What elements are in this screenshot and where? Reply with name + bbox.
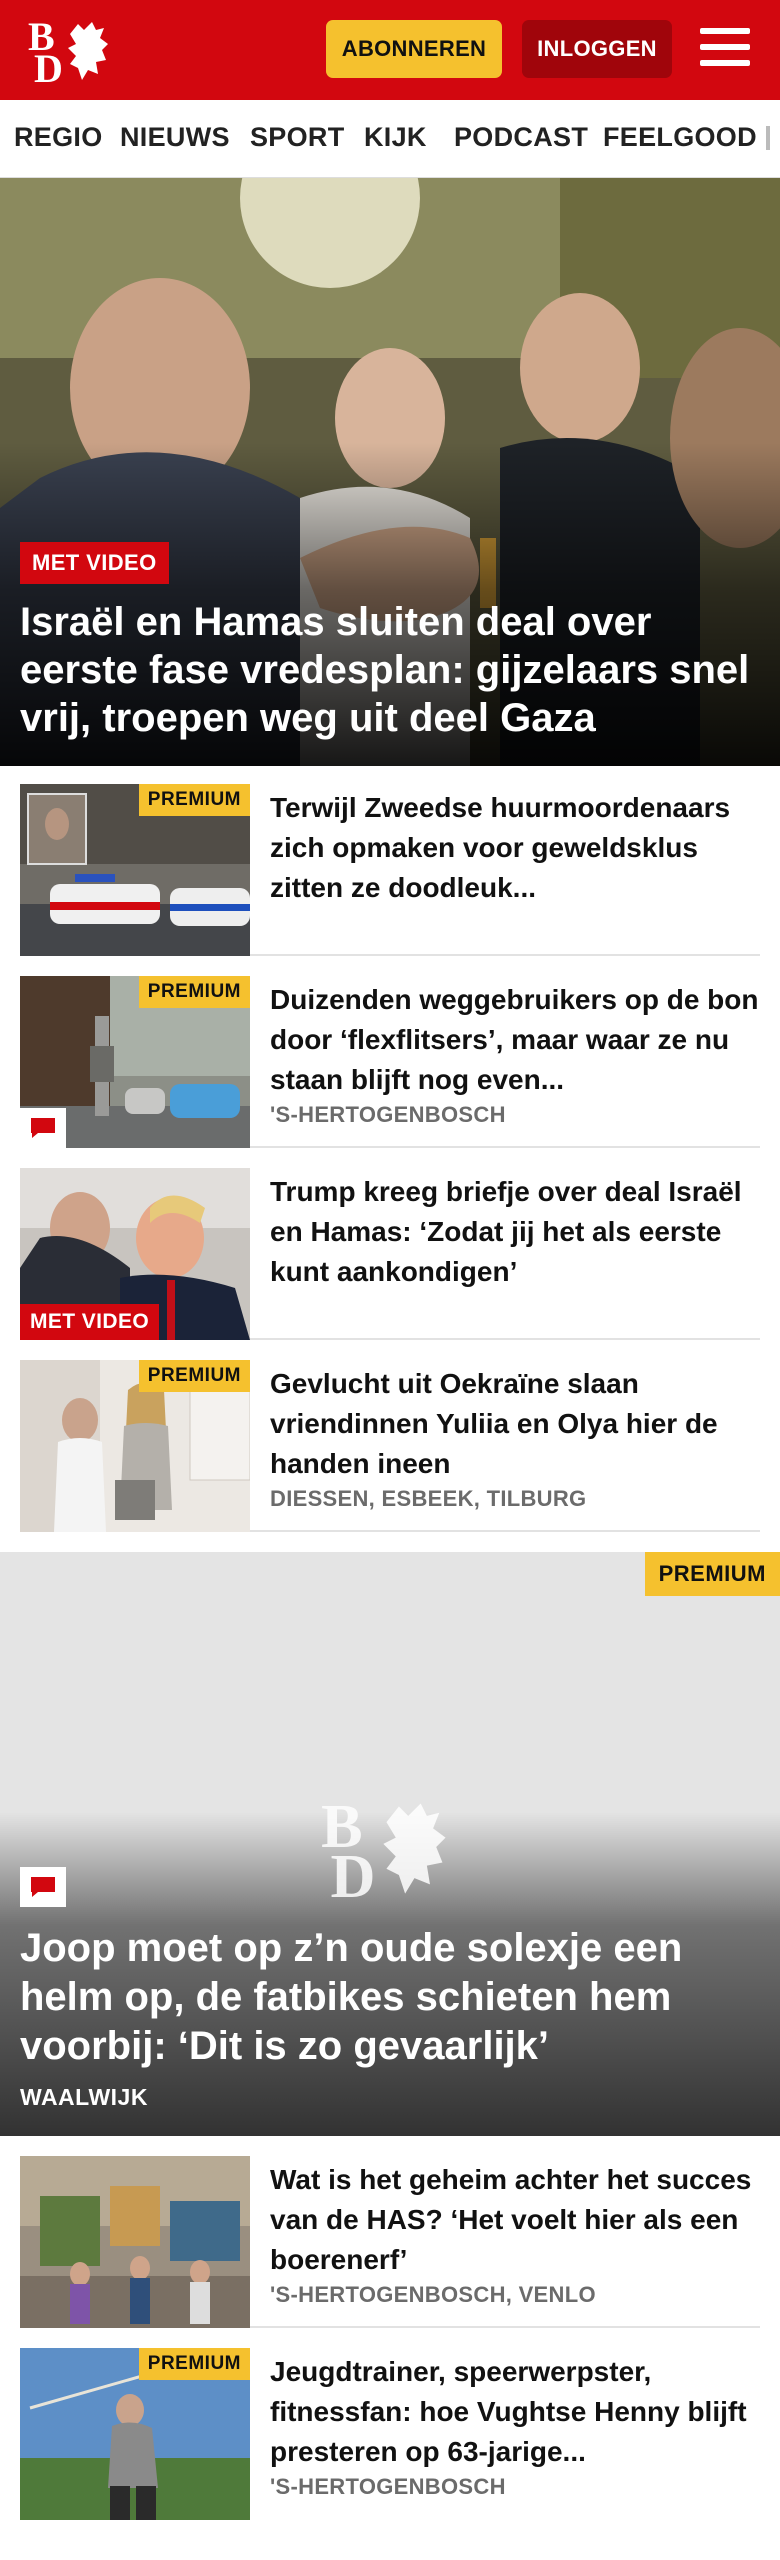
site-header: B D ABONNEREN INLOGGEN: [0, 0, 780, 100]
subscribe-button[interactable]: ABONNEREN: [326, 20, 502, 78]
video-tag-label: MET VIDEO: [20, 1304, 160, 1340]
premium-badge: PREMIUM: [138, 976, 250, 1008]
article-item[interactable]: Wat is het geheim achter het succes van …: [20, 2156, 760, 2328]
article-location: DIESSEN, ESBEEK, TILBURG: [270, 1486, 587, 1511]
feature-location: WAALWIJK: [20, 2084, 148, 2110]
article-item[interactable]: PREMIUM Gevlucht uit Oekraïne slaan vrie…: [20, 1360, 760, 1532]
comment-icon: [31, 1877, 55, 1897]
article-thumbnail: PREMIUM: [20, 2348, 250, 2520]
article-item[interactable]: PREMIUM Duizenden weggebruikers op de bo…: [20, 976, 760, 1148]
svg-text:D: D: [34, 46, 63, 84]
article-location: 'S-HERTOGENBOSCH: [270, 1102, 506, 1127]
premium-badge: PREMIUM: [138, 1360, 250, 1392]
article-thumbnail: PREMIUM: [20, 784, 250, 956]
article-thumbnail: PREMIUM: [20, 1360, 250, 1532]
feature-title[interactable]: Joop moet op z’n oude solexje een helm o…: [20, 1924, 750, 2071]
hero-article[interactable]: MET VIDEO Israël en Hamas sluiten deal o…: [0, 178, 780, 766]
comment-badge: [20, 1867, 66, 1907]
nav-item-regio[interactable]: REGIO: [14, 122, 103, 153]
svg-text:D: D: [330, 1843, 375, 1902]
nav-item-podcast[interactable]: PODCAST: [454, 122, 588, 153]
nav-overflow-indicator: [766, 126, 770, 150]
article-title[interactable]: Duizenden weggebruikers op de bon door ‘…: [270, 980, 760, 1100]
hamburger-menu-icon[interactable]: [700, 24, 752, 72]
article-title[interactable]: Jeugdtrainer, speerwerpster, fitnessfan:…: [270, 2352, 760, 2472]
article-item[interactable]: MET VIDEO Trump kreeg briefje over deal …: [20, 1168, 760, 1340]
premium-badge: PREMIUM: [644, 1552, 780, 1596]
article-thumbnail: [20, 2156, 250, 2328]
feature-article[interactable]: PREMIUM B D Joop moet op z’n oude solexj…: [0, 1552, 780, 2136]
article-title[interactable]: Wat is het geheim achter het succes van …: [270, 2160, 760, 2280]
article-title[interactable]: Gevlucht uit Oekraïne slaan vriendinnen …: [270, 1364, 760, 1484]
hero-video-tag-label: MET VIDEO: [20, 542, 169, 584]
article-title[interactable]: Terwijl Zweedse huurmoorde­naars zich op…: [270, 788, 760, 908]
comment-badge: [20, 1108, 66, 1148]
article-item[interactable]: PREMIUM Jeugdtrainer, speerwerpster, fit…: [20, 2348, 760, 2520]
nav-item-feelgood[interactable]: FEELGOOD: [603, 122, 757, 153]
login-button[interactable]: INLOGGEN: [522, 20, 672, 78]
section-nav: REGIO NIEUWS SPORT KIJK PODCAST FEELGOOD: [0, 100, 780, 178]
comment-icon: [31, 1118, 55, 1138]
article-thumbnail: PREMIUM: [20, 976, 250, 1148]
bd-placeholder-logo: B D: [318, 1792, 458, 1911]
bd-logo[interactable]: B D: [26, 14, 116, 91]
article-item[interactable]: PREMIUM Terwijl Zweedse huurmoorde­naars…: [20, 784, 760, 956]
article-location: 'S-HERTOGENBOSCH: [270, 2474, 506, 2499]
hero-video-tag: MET VIDEO: [20, 542, 169, 584]
nav-item-sport[interactable]: SPORT: [250, 122, 345, 153]
article-thumbnail: MET VIDEO: [20, 1168, 250, 1340]
article-location: 'S-HERTOGENBOSCH, VENLO: [270, 2282, 596, 2307]
video-tag: MET VIDEO: [20, 1304, 160, 1340]
premium-badge: PREMIUM: [138, 2348, 250, 2380]
article-title[interactable]: Trump kreeg briefje over deal Israël en …: [270, 1172, 760, 1292]
hero-title[interactable]: Israël en Hamas sluiten deal over eerste…: [20, 598, 750, 742]
nav-item-kijk[interactable]: KIJK: [364, 122, 427, 153]
premium-badge: PREMIUM: [138, 784, 250, 816]
nav-item-nieuws[interactable]: NIEUWS: [120, 122, 230, 153]
